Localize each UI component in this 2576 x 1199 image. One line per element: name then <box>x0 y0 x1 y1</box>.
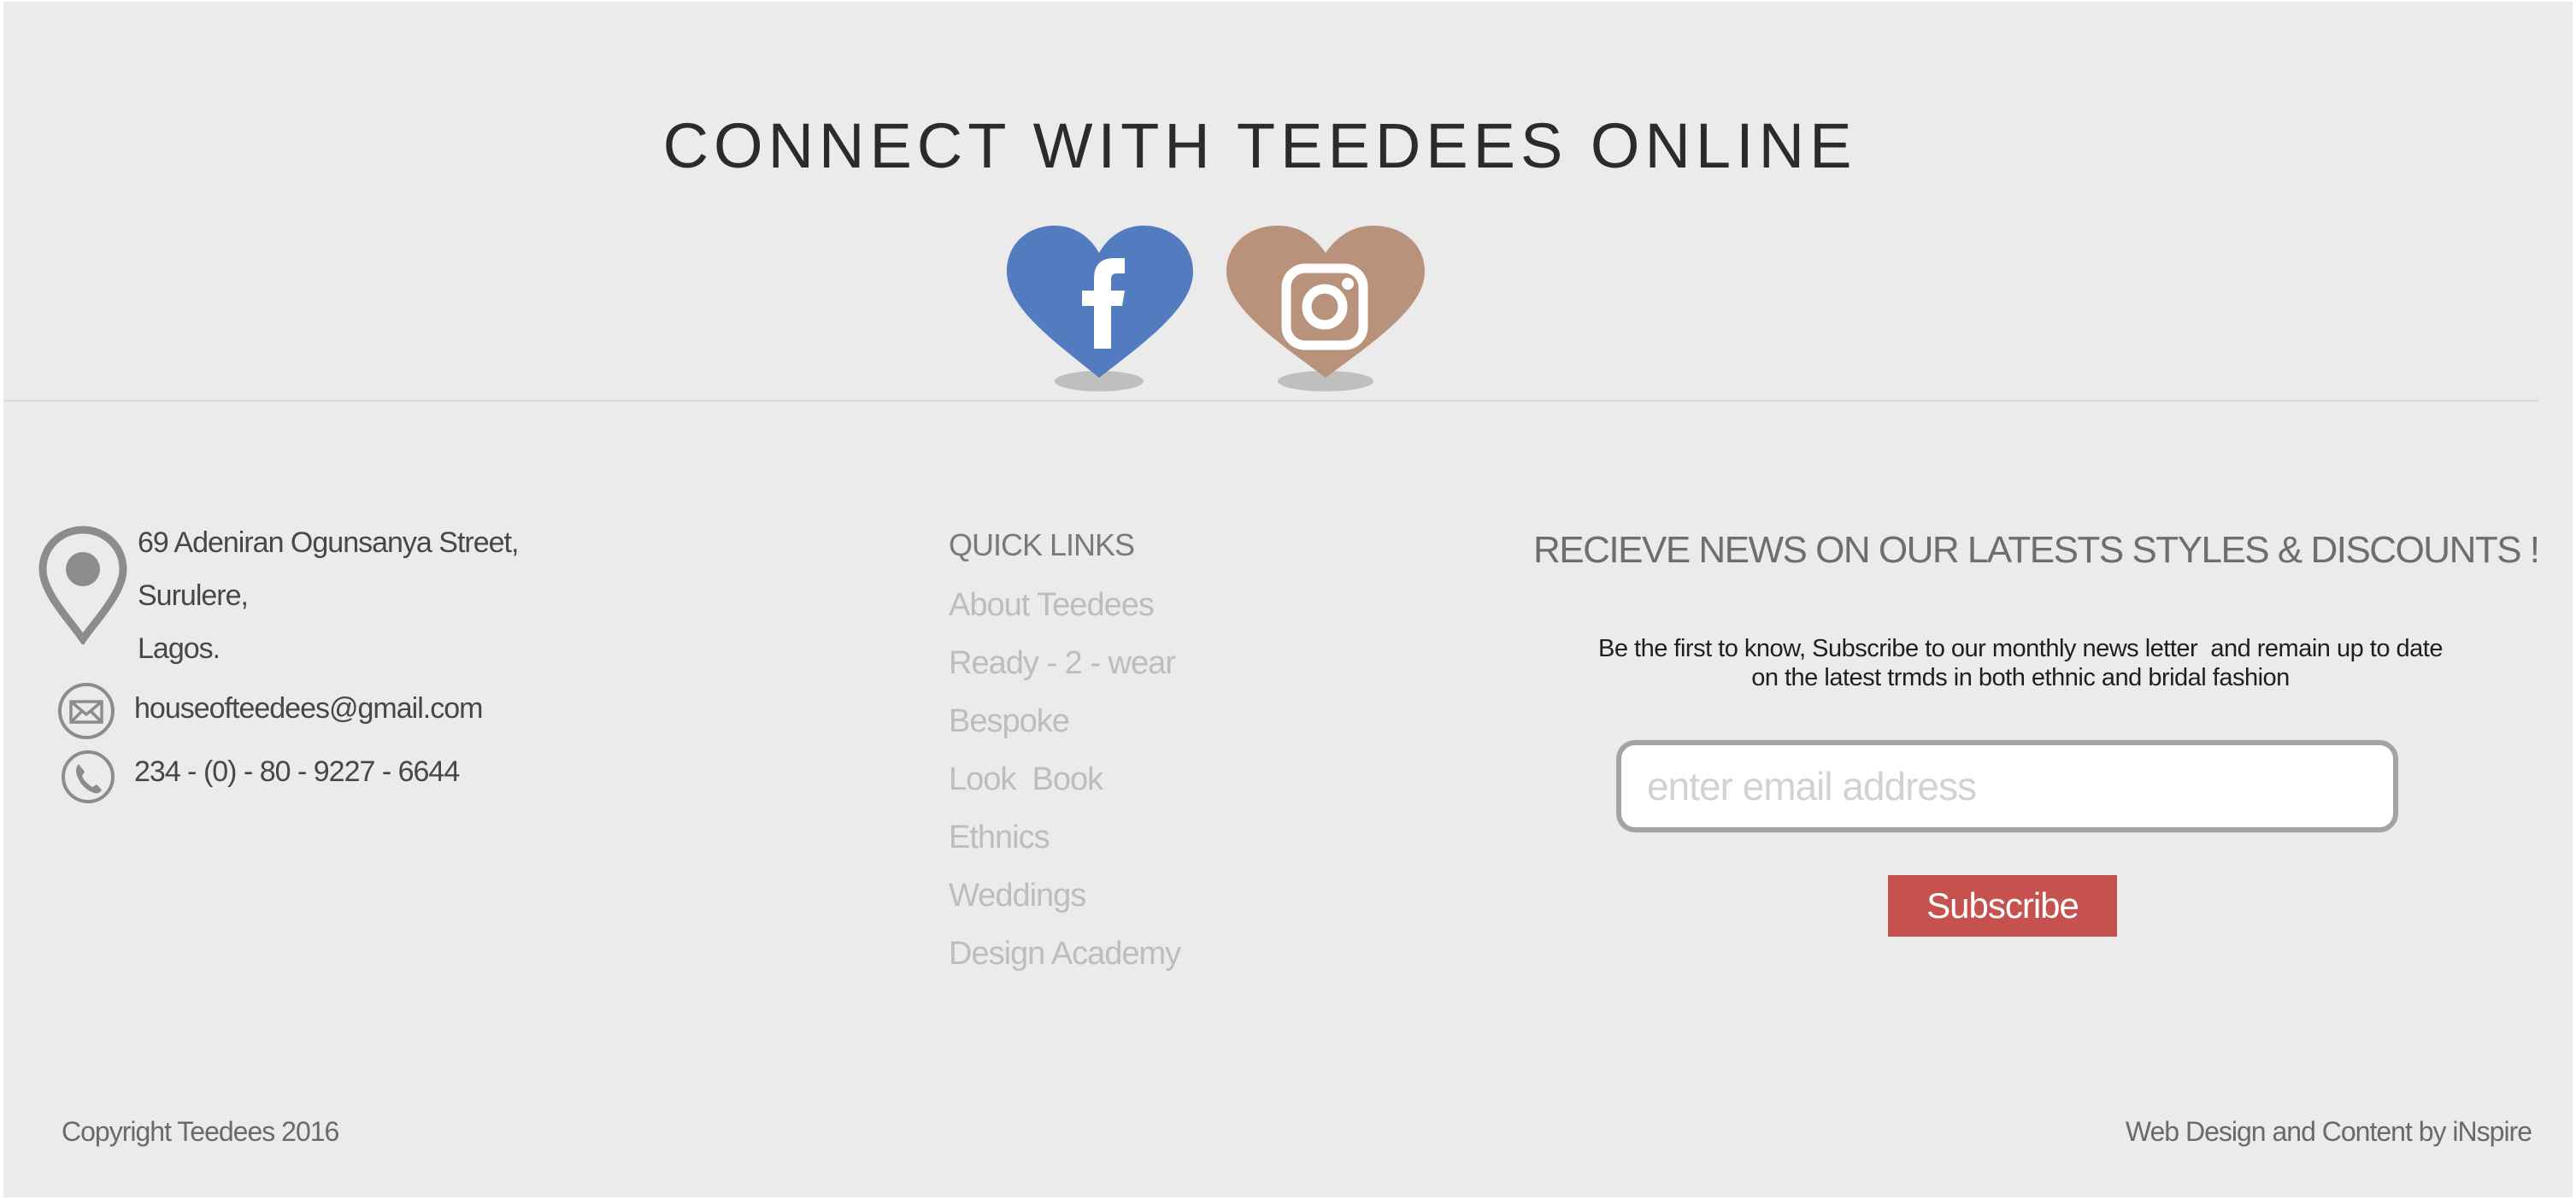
newsletter-description-line-2: on the latest trmds in both ethnic and b… <box>1751 664 2290 691</box>
phone-text: 234 - (0) - 80 - 9227 - 6644 <box>134 755 460 788</box>
quick-link-weddings[interactable]: Weddings <box>949 875 1180 933</box>
section-divider <box>3 400 2538 402</box>
quick-link-ethnics[interactable]: Ethnics <box>949 817 1180 875</box>
quick-link-ready-2-wear[interactable]: Ready - 2 - wear <box>949 643 1180 701</box>
facebook-heart-icon <box>1007 226 1193 391</box>
quick-link-look-book[interactable]: Look Book <box>949 759 1180 817</box>
quick-links-heading: QUICK LINKS <box>949 527 1135 562</box>
location-pin-icon <box>38 526 127 644</box>
instagram-heart-icon <box>1226 226 1425 391</box>
footer-page: CONNECT WITH TEEDEES ONLINE 69 Adeniran … <box>3 2 2573 1197</box>
connect-title: CONNECT WITH TEEDEES ONLINE <box>662 110 1857 181</box>
newsletter-description: Be the first to know, Subscribe to our m… <box>1533 634 2508 692</box>
instagram-link[interactable] <box>1223 222 1428 393</box>
address-line-1: 69 Adeniran Ogunsanya Street, <box>138 526 519 559</box>
facebook-link[interactable] <box>1003 222 1200 393</box>
envelope-icon <box>58 683 115 739</box>
newsletter-heading: RECIEVE NEWS ON OUR LATESTS STYLES & DIS… <box>1533 529 2540 571</box>
address-line-2: Surulere, <box>138 579 249 612</box>
email-text[interactable]: houseofteedees@gmail.com <box>134 692 483 726</box>
newsletter-description-line-1: Be the first to know, Subscribe to our m… <box>1598 635 2443 662</box>
quick-link-bespoke[interactable]: Bespoke <box>949 701 1180 759</box>
address-line-3: Lagos. <box>138 632 221 665</box>
phone-icon <box>62 750 115 803</box>
subscribe-button[interactable]: Subscribe <box>1888 875 2117 937</box>
email-input[interactable] <box>1621 745 2393 827</box>
quick-link-about[interactable]: About Teedees <box>949 585 1180 643</box>
credit-text[interactable]: Web Design and Content by iNspire <box>2126 1116 2532 1148</box>
copyright-text: Copyright Teedees 2016 <box>62 1116 339 1147</box>
quick-links-list: About Teedees Ready - 2 - wear Bespoke L… <box>949 585 1181 991</box>
quick-link-design-academy[interactable]: Design Academy <box>949 933 1181 991</box>
email-input-wrapper <box>1616 740 2398 832</box>
